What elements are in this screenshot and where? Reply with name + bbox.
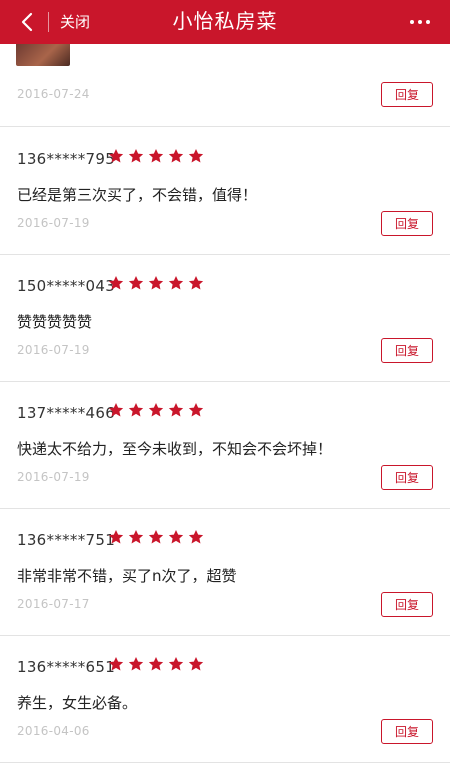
review-item: 150*****043 赞赞赞赞赞 2016-07-19 回复 <box>0 254 450 382</box>
reply-button[interactable]: 回复 <box>381 211 433 236</box>
reply-button[interactable]: 回复 <box>381 82 433 107</box>
star-icon <box>168 149 184 163</box>
star-icon <box>108 657 124 671</box>
star-rating <box>108 148 204 164</box>
review-text: 非常非常不错，买了n次了，超赞 <box>17 567 237 585</box>
review-item: 137*****466 快递太不给力，至今未收到，不知会不会坏掉！ 2016-0… <box>0 381 450 509</box>
review-item: 136*****795 已经是第三次买了，不会错，值得！ 2016-07-19 … <box>0 127 450 255</box>
review-item: 136*****751 非常非常不错，买了n次了，超赞 2016-07-17 回… <box>0 508 450 636</box>
reply-button[interactable]: 回复 <box>381 465 433 490</box>
star-icon <box>168 530 184 544</box>
star-icon <box>148 657 164 671</box>
review-date: 2016-07-19 <box>17 343 90 357</box>
star-icon <box>188 403 204 417</box>
review-item: 2016-07-24 回复 <box>0 44 450 127</box>
star-icon <box>148 276 164 290</box>
review-date: 2016-07-19 <box>17 470 90 484</box>
review-item: 136*****651 养生，女生必备。 2016-04-06 回复 <box>0 635 450 763</box>
review-date: 2016-07-19 <box>17 216 90 230</box>
star-icon <box>148 149 164 163</box>
page-title: 小怡私房菜 <box>172 9 278 33</box>
review-text: 快递太不给力，至今未收到，不知会不会坏掉！ <box>17 440 333 458</box>
star-rating <box>108 656 204 672</box>
reviewer-id: 150*****043 <box>17 277 116 295</box>
star-icon <box>148 530 164 544</box>
reviewer-id: 137*****466 <box>17 404 116 422</box>
reviewer-id: 136*****795 <box>17 150 116 168</box>
reply-button[interactable]: 回复 <box>381 338 433 363</box>
star-icon <box>108 403 124 417</box>
reply-button[interactable]: 回复 <box>381 719 433 744</box>
star-icon <box>128 530 144 544</box>
reply-button[interactable]: 回复 <box>381 592 433 617</box>
star-icon <box>188 276 204 290</box>
star-icon <box>108 276 124 290</box>
star-icon <box>168 276 184 290</box>
star-icon <box>128 657 144 671</box>
review-date: 2016-04-06 <box>17 724 90 738</box>
review-date: 2016-07-17 <box>17 597 90 611</box>
reviewer-id: 136*****651 <box>17 658 116 676</box>
review-date: 2016-07-24 <box>17 87 90 101</box>
star-icon <box>108 149 124 163</box>
star-icon <box>188 530 204 544</box>
review-text: 赞赞赞赞赞 <box>17 313 93 331</box>
star-icon <box>188 657 204 671</box>
star-rating <box>108 402 204 418</box>
more-options-icon[interactable] <box>406 10 434 34</box>
navigation-bar: 关闭 小怡私房菜 <box>0 0 450 44</box>
star-rating <box>108 275 204 291</box>
star-icon <box>148 403 164 417</box>
star-icon <box>128 276 144 290</box>
reviewer-id: 136*****751 <box>17 531 116 549</box>
star-icon <box>108 530 124 544</box>
star-icon <box>188 149 204 163</box>
review-text: 已经是第三次买了，不会错，值得！ <box>17 186 258 204</box>
star-icon <box>168 403 184 417</box>
review-text: 养生，女生必备。 <box>17 694 138 712</box>
star-icon <box>128 149 144 163</box>
star-icon <box>128 403 144 417</box>
user-photo[interactable] <box>16 44 70 66</box>
star-icon <box>168 657 184 671</box>
star-rating <box>108 529 204 545</box>
